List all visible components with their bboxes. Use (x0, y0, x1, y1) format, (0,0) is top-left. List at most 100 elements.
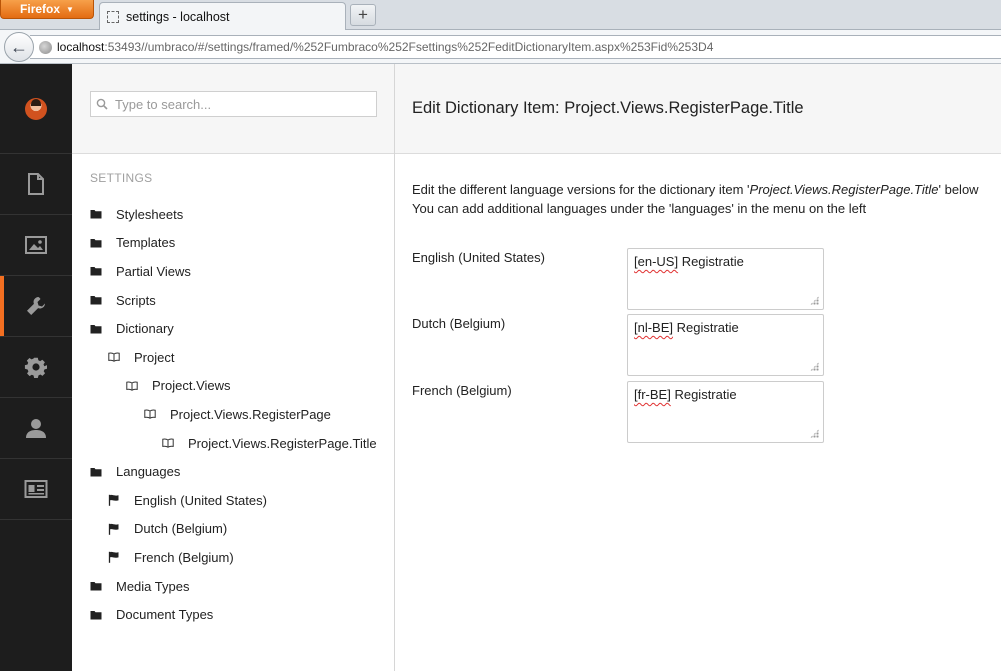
language-code: [fr-BE] (634, 387, 671, 402)
book-icon (126, 380, 138, 392)
image-icon (25, 236, 47, 254)
flag-icon (108, 494, 120, 507)
tree-node[interactable]: Stylesheets (72, 200, 395, 229)
tree-node[interactable]: Project.Views (72, 372, 395, 401)
tree-node[interactable]: Templates (72, 229, 395, 258)
page-favicon-icon (107, 10, 119, 23)
url-path: :53493//umbraco/#/settings/framed/%252Fu… (104, 40, 714, 54)
firefox-menu-button[interactable]: Firefox ▼ (0, 0, 94, 19)
tree-node[interactable]: Languages (72, 457, 395, 486)
tree-node[interactable]: Scripts (72, 286, 395, 315)
intro-text-after: ' below (938, 182, 979, 197)
flag-icon (108, 551, 120, 564)
editor-intro: Edit the different language versions for… (412, 180, 979, 218)
section-media[interactable] (0, 215, 72, 276)
language-label: French (Belgium) (412, 383, 512, 398)
resize-grip-icon[interactable] (810, 296, 819, 305)
folder-icon (90, 609, 102, 621)
resize-grip-icon[interactable] (810, 429, 819, 438)
language-row-fr-be: French (Belgium) [fr-BE] Registratie (412, 381, 832, 443)
gear-icon (24, 357, 47, 378)
intro-text-before: Edit the different language versions for… (412, 182, 750, 197)
book-icon (162, 437, 174, 449)
search-input[interactable] (115, 96, 365, 112)
tree-node[interactable]: French (Belgium) (72, 543, 395, 572)
globe-icon (39, 40, 52, 54)
wrench-icon (27, 297, 45, 315)
language-label: English (United States) (412, 250, 545, 265)
tree-node-label: Scripts (116, 292, 156, 308)
language-row-en-us: English (United States) [en-US] Registra… (412, 248, 832, 310)
tree-section-title: SETTINGS (90, 171, 153, 185)
tree-node-label: English (United States) (134, 492, 267, 508)
browser-navbar: localhost:53493//umbraco/#/settings/fram… (0, 30, 1001, 64)
folder-icon (90, 580, 102, 592)
translation-textarea[interactable]: [en-US] Registratie (627, 248, 824, 310)
chevron-down-icon: ▼ (66, 4, 74, 14)
page-title: Edit Dictionary Item: Project.Views.Regi… (412, 99, 804, 117)
resize-grip-icon[interactable] (810, 362, 819, 371)
url-host: localhost (57, 40, 105, 54)
tree-node-label: Project.Views.RegisterPage.Title (188, 435, 377, 451)
tree-node-label: Dutch (Belgium) (134, 521, 228, 537)
language-code: [en-US] (634, 254, 679, 269)
folder-icon (90, 323, 102, 335)
tree-node[interactable]: Media Types (72, 572, 395, 601)
tree-node[interactable]: Dutch (Belgium) (72, 515, 395, 544)
tree-node[interactable]: Dictionary (72, 314, 395, 343)
tree-node[interactable]: Document Types (72, 600, 395, 629)
tree-node[interactable]: Partial Views (72, 257, 395, 286)
tree-node-label: Stylesheets (116, 206, 184, 222)
intro-item-name: Project.Views.RegisterPage.Title (749, 182, 939, 197)
folder-icon (90, 237, 102, 249)
firefox-menu-label: Firefox (20, 2, 61, 16)
avatar[interactable] (25, 97, 47, 120)
language-row-nl-be: Dutch (Belgium) [nl-BE] Registratie (412, 314, 832, 376)
back-arrow-icon: ← (10, 36, 28, 57)
language-code: [nl-BE] (634, 320, 674, 335)
tree-node[interactable]: Project (72, 343, 395, 372)
translation-value: Registratie (670, 387, 737, 402)
user-icon (26, 419, 46, 438)
section-members[interactable] (0, 459, 72, 520)
back-button[interactable]: ← (4, 32, 34, 62)
tree-node-label: French (Belgium) (134, 549, 234, 565)
tree-node[interactable]: Project.Views.RegisterPage (72, 400, 395, 429)
tree-node-label: Project.Views (152, 378, 231, 394)
intro-line-2: You can add additional languages under t… (412, 201, 867, 216)
editor-panel: Edit Dictionary Item: Project.Views.Regi… (395, 64, 1001, 671)
tab-title: settings - localhost (126, 9, 230, 24)
document-icon (28, 173, 44, 195)
section-developer[interactable] (0, 337, 72, 398)
translation-textarea[interactable]: [fr-BE] Registratie (627, 381, 824, 443)
section-users[interactable] (0, 398, 72, 459)
tree-node-label: Project (134, 349, 175, 365)
new-tab-button[interactable]: + (350, 4, 376, 26)
tree-node-label: Partial Views (116, 263, 191, 279)
language-label: Dutch (Belgium) (412, 316, 506, 331)
url-bar[interactable]: localhost:53493//umbraco/#/settings/fram… (30, 35, 1001, 59)
umbraco-app: SETTINGS Stylesheets Templates Partial Vie… (0, 64, 1001, 671)
tree-node[interactable]: English (United States) (72, 486, 395, 515)
folder-icon (90, 265, 102, 277)
tree-node-label: Document Types (116, 607, 214, 623)
section-bar (0, 64, 72, 671)
translation-value: Registratie (678, 254, 744, 269)
url-text: localhost:53493//umbraco/#/settings/fram… (57, 40, 713, 54)
settings-tree: Stylesheets Templates Partial Views Scripts… (72, 200, 395, 629)
browser-tab[interactable]: settings - localhost (99, 2, 346, 30)
folder-icon (90, 466, 102, 478)
tree-node-label: Media Types (116, 578, 190, 594)
tree-node[interactable]: Project.Views.RegisterPage.Title (72, 429, 395, 458)
folder-icon (90, 208, 102, 220)
search-icon (96, 98, 108, 110)
section-content[interactable] (0, 154, 72, 215)
tree-panel: SETTINGS Stylesheets Templates Partial Vie… (72, 64, 395, 671)
id-card-icon (24, 480, 48, 498)
avatar-wrap (0, 64, 72, 154)
folder-icon (90, 294, 102, 306)
tree-node-label: Dictionary (116, 321, 174, 337)
translation-textarea[interactable]: [nl-BE] Registratie (627, 314, 824, 376)
section-settings[interactable] (0, 276, 72, 337)
search-box[interactable] (90, 91, 377, 117)
